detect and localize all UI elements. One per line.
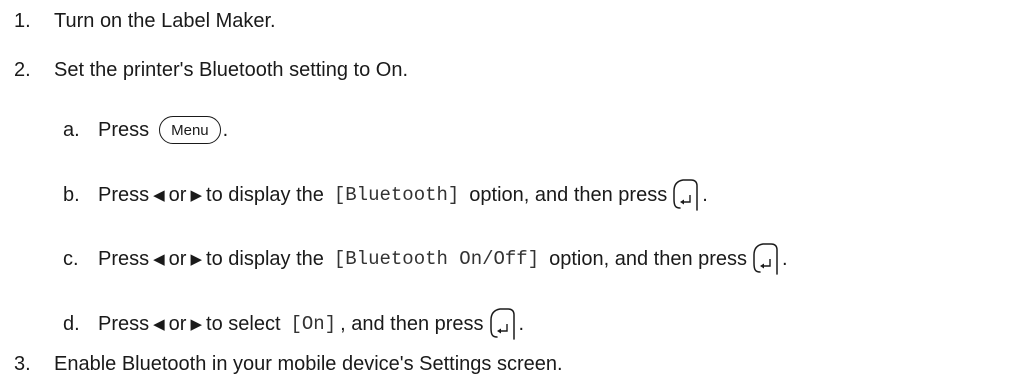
- period: .: [702, 183, 708, 206]
- period: .: [782, 247, 788, 270]
- step-text: Set the printer's Bluetooth setting to O…: [54, 58, 409, 81]
- period: .: [222, 118, 229, 141]
- enter-key-icon: [489, 308, 515, 340]
- instruction-text: to display the: [206, 183, 324, 206]
- left-arrow-icon: ◀: [153, 187, 165, 204]
- step-2: 2. Set the printer's Bluetooth setting t…: [14, 56, 408, 84]
- option-code: [On]: [290, 313, 337, 335]
- substep-b: b. Press ◀ or ▶ to display the [Bluetoot…: [63, 179, 708, 211]
- substep-letter: b.: [63, 183, 80, 206]
- right-arrow-icon: ▶: [190, 187, 203, 204]
- or-text: or: [168, 247, 187, 270]
- right-arrow-icon: ▶: [190, 251, 203, 268]
- right-arrow-icon: ▶: [190, 316, 203, 333]
- instruction-text: option, and then press: [549, 247, 748, 270]
- press-text: Press: [98, 312, 150, 335]
- enter-key-icon: [753, 243, 778, 275]
- substep-c: c. Press ◀ or ▶ to display the [Bluetoot…: [63, 243, 788, 275]
- step-1: 1. Turn on the Label Maker.: [14, 7, 276, 35]
- press-text: Press: [98, 118, 150, 141]
- substep-d: d. Press ◀ or ▶ to select [On] , and the…: [63, 308, 525, 340]
- press-text: Press: [98, 183, 150, 206]
- option-code: [Bluetooth On/Off]: [333, 248, 540, 270]
- step-text: Enable Bluetooth in your mobile device's…: [54, 352, 563, 375]
- or-text: or: [168, 312, 187, 335]
- left-arrow-icon: ◀: [153, 316, 165, 333]
- period: .: [518, 312, 525, 335]
- option-code: [Bluetooth]: [333, 184, 460, 206]
- left-arrow-icon: ◀: [153, 251, 165, 268]
- press-text: Press: [98, 247, 150, 270]
- instruction-text: to select: [206, 312, 281, 335]
- step-number: 1.: [14, 9, 31, 32]
- substep-a: a. Press Menu .: [63, 116, 228, 144]
- substep-letter: c.: [63, 247, 79, 270]
- step-number: 2.: [14, 58, 31, 81]
- enter-key-icon: [673, 179, 698, 211]
- substep-letter: d.: [63, 312, 80, 335]
- instruction-text: , and then press: [340, 312, 484, 335]
- instruction-text: to display the: [206, 247, 324, 270]
- menu-key-icon: Menu: [159, 116, 221, 144]
- step-text: Turn on the Label Maker.: [54, 9, 276, 32]
- step-number: 3.: [14, 352, 31, 375]
- step-3: 3. Enable Bluetooth in your mobile devic…: [14, 350, 563, 378]
- or-text: or: [168, 183, 187, 206]
- instruction-text: option, and then press: [469, 183, 668, 206]
- substep-letter: a.: [63, 118, 80, 141]
